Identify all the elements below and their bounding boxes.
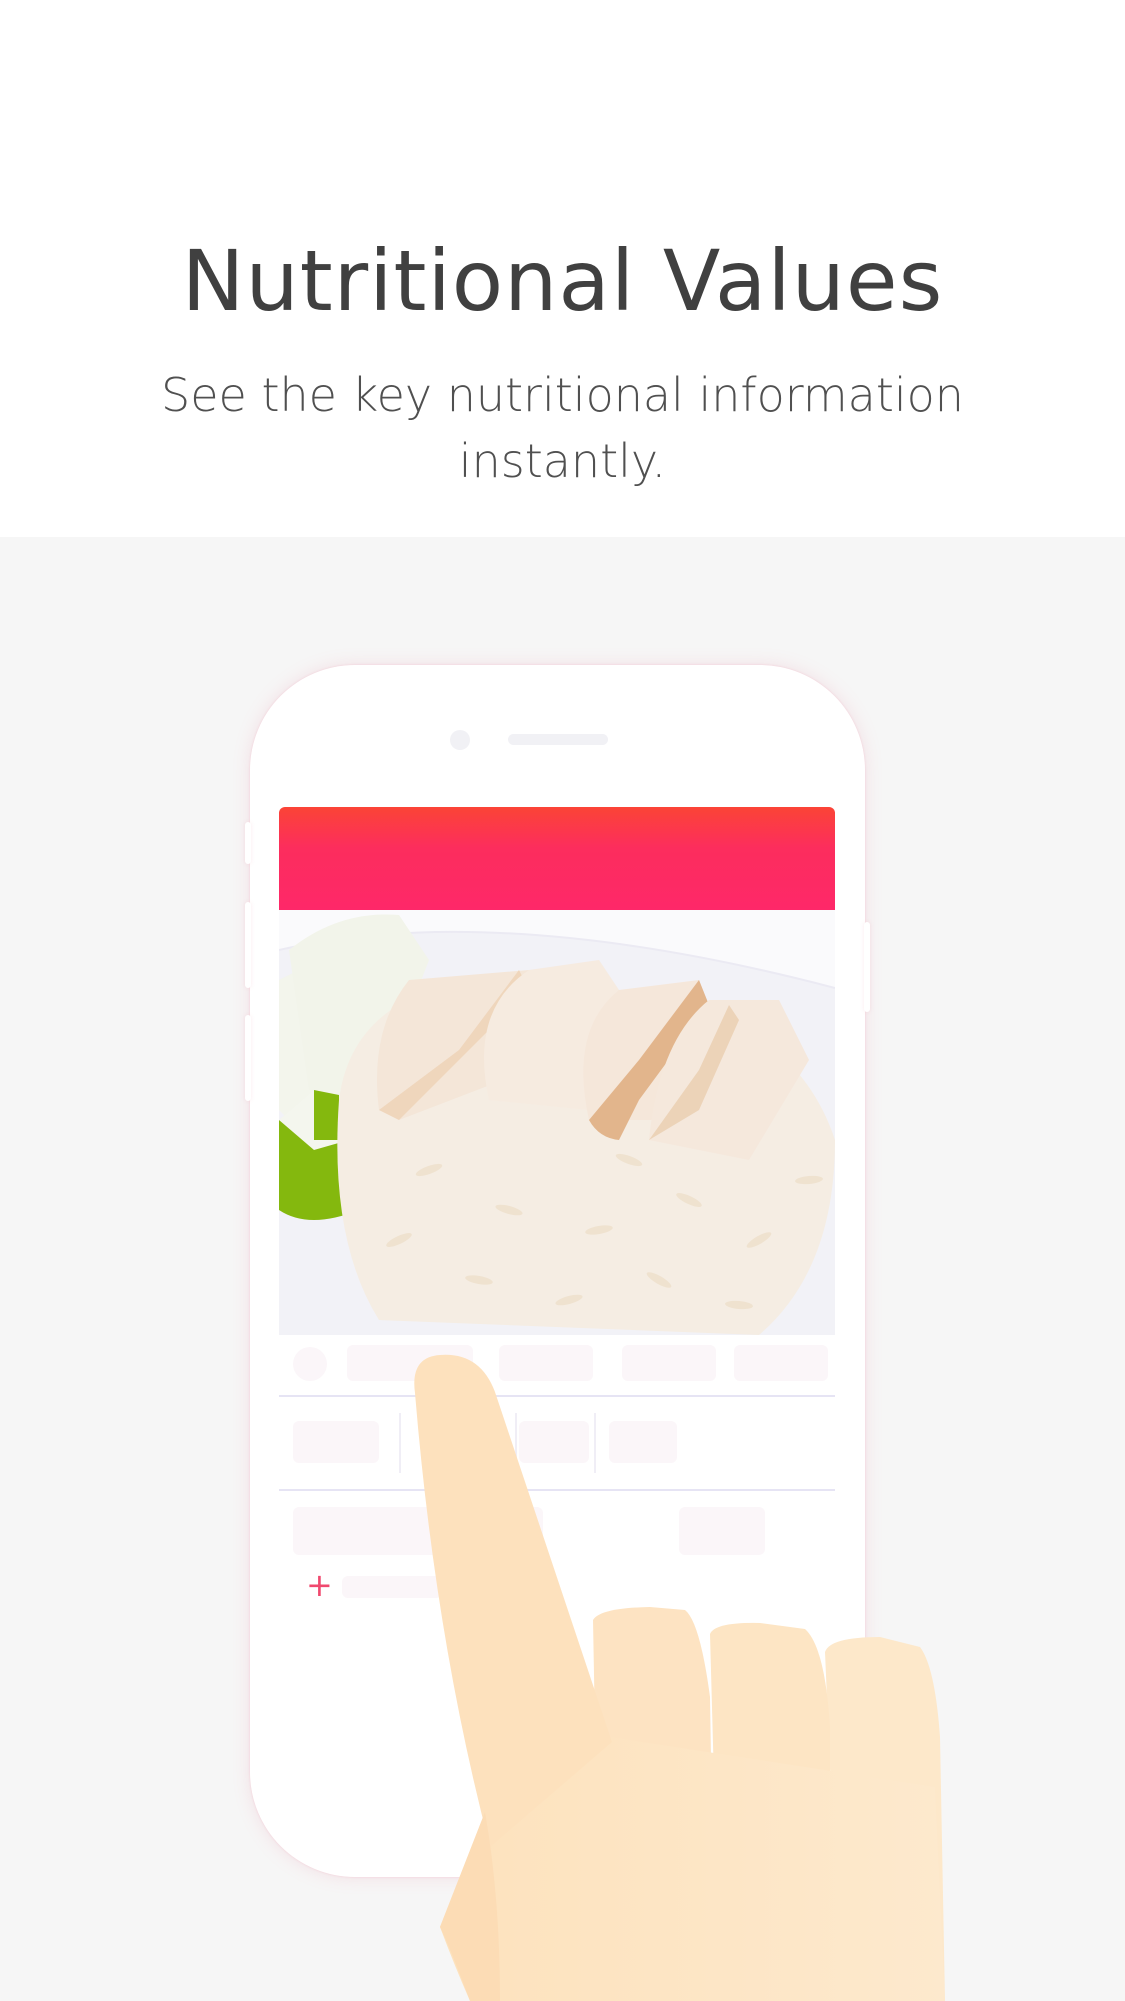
page-title: Nutritional Values bbox=[181, 232, 944, 330]
device-illustration: + bbox=[0, 537, 1125, 2001]
pointing-hand-illustration bbox=[414, 1354, 945, 2001]
page-subtitle: See the key nutritional information inst… bbox=[161, 368, 964, 488]
hero-section: Nutritional Values See the key nutrition… bbox=[0, 0, 1125, 537]
